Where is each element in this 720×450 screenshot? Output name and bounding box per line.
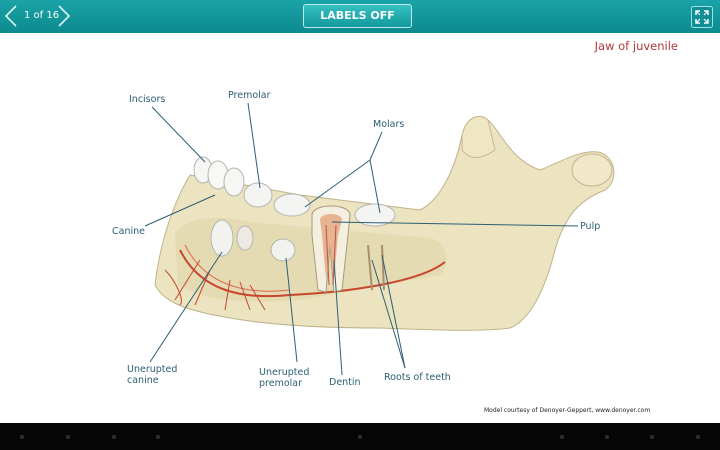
label-dentin: Dentin <box>329 377 361 388</box>
label-incisors: Incisors <box>129 94 166 105</box>
nav-dot-icon <box>66 435 70 439</box>
nav-dot-icon <box>358 435 362 439</box>
page-title: Jaw of juvenile <box>594 39 678 53</box>
label-unerupted-canine: Unerupted canine <box>127 364 177 386</box>
label-roots-of-teeth: Roots of teeth <box>384 372 451 383</box>
label-unerupted-premolar-line1: Unerupted <box>259 367 310 378</box>
label-premolar: Premolar <box>228 90 271 101</box>
label-pulp: Pulp <box>580 221 601 232</box>
nav-dot-icon <box>696 435 700 439</box>
nav-dot-icon <box>112 435 116 439</box>
label-molars: Molars <box>373 119 405 130</box>
label-unerupted-premolar: Unerupted premolar <box>259 367 309 389</box>
label-unerupted-canine-line2: canine <box>127 375 159 386</box>
bottom-system-bar <box>0 423 720 450</box>
nav-dot-icon <box>156 435 160 439</box>
nav-dot-icon <box>20 435 24 439</box>
nav-dot-icon <box>560 435 564 439</box>
nav-dot-icon <box>605 435 609 439</box>
label-unerupted-premolar-line2: premolar <box>259 378 303 389</box>
image-credit: Model courtesy of Denoyer-Geppert, www.d… <box>484 407 651 414</box>
label-unerupted-canine-line1: Unerupted <box>127 364 178 375</box>
nav-dot-icon <box>650 435 654 439</box>
label-canine: Canine <box>112 226 145 237</box>
